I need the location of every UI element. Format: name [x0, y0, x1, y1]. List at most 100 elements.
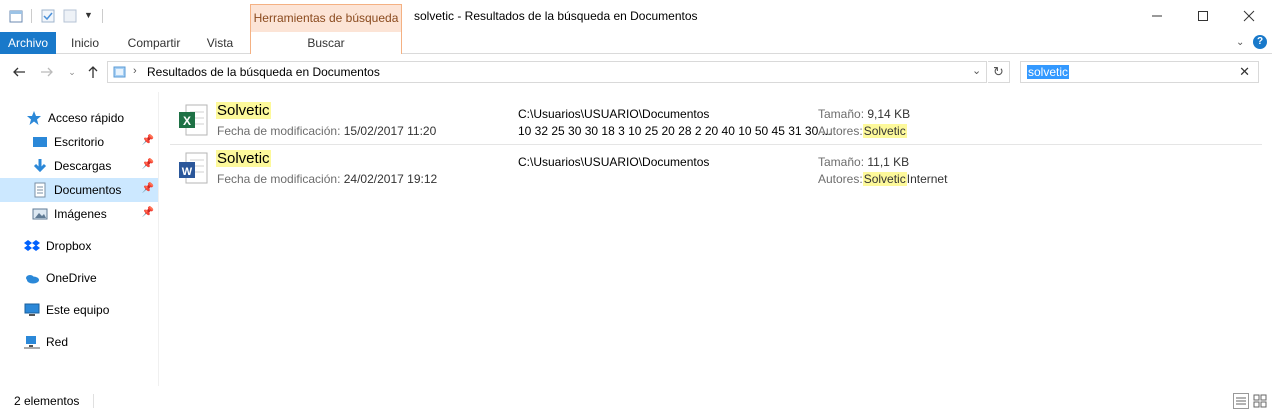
status-bar: 2 elementos [0, 390, 1272, 412]
window-title: solvetic - Resultados de la búsqueda en … [414, 9, 698, 23]
close-icon [1243, 10, 1255, 22]
authors-highlight: Solvetic [862, 124, 907, 138]
details-view-icon[interactable] [1233, 393, 1249, 409]
svg-text:X: X [183, 114, 191, 128]
nav-item-label: Imágenes [54, 207, 107, 221]
nav-item-documentos[interactable]: Documentos 📌 [0, 178, 158, 202]
excel-file-icon: X [178, 104, 208, 139]
pin-icon[interactable]: 📌 [142, 207, 154, 218]
word-file-icon: W [178, 152, 208, 187]
search-input[interactable]: solvetic ✕ [1020, 61, 1259, 83]
size-label: Tamaño: [818, 107, 865, 121]
new-folder-icon[interactable] [62, 8, 78, 24]
qat-separator [31, 9, 32, 23]
result-name-text: Solvetic [216, 102, 271, 119]
result-preview: 10 32 25 30 30 18 3 10 25 20 28 2 20 40 … [518, 124, 832, 138]
result-folder: C:\Usuarios\USUARIO\Documentos [518, 155, 710, 169]
folder-icon [8, 8, 24, 24]
pin-icon[interactable]: 📌 [142, 183, 154, 194]
breadcrumb-path[interactable]: Resultados de la búsqueda en Documentos [147, 65, 380, 79]
ribbon-expand-icon[interactable]: ⌄ [1236, 37, 1244, 48]
download-icon [32, 158, 48, 174]
search-result-row[interactable]: X Solvetic Fecha de modificación: 15/02/… [170, 98, 1262, 145]
search-tools-context-tab: Herramientas de búsqueda [250, 4, 402, 32]
maximize-icon [1198, 11, 1208, 21]
result-name-text: Solvetic [216, 150, 271, 167]
forward-button[interactable] [37, 62, 57, 82]
result-authors: Autores:Solvetic [818, 124, 907, 138]
tab-inicio[interactable]: Inicio [62, 32, 108, 54]
nav-item-label: Documentos [54, 183, 122, 197]
pin-icon[interactable]: 📌 [142, 135, 154, 146]
refresh-icon: ↻ [993, 64, 1004, 79]
result-size: Tamaño: 9,14 KB [818, 107, 910, 121]
back-button[interactable] [9, 62, 29, 82]
minimize-icon [1152, 15, 1162, 17]
nav-item-onedrive[interactable]: OneDrive [0, 266, 158, 290]
forward-arrow-icon [41, 67, 53, 77]
documents-icon [32, 182, 48, 198]
star-icon [26, 110, 42, 126]
help-icon[interactable]: ? [1253, 35, 1267, 49]
nav-item-escritorio[interactable]: Escritorio 📌 [0, 130, 158, 154]
size-value: 9,14 KB [867, 107, 911, 121]
up-button[interactable] [83, 62, 103, 82]
nav-item-red[interactable]: Red [0, 330, 158, 354]
large-icons-view-icon[interactable] [1252, 393, 1268, 409]
result-modified: Fecha de modificación: 15/02/2017 11:20 [217, 124, 436, 138]
modified-value: 15/02/2017 11:20 [343, 124, 437, 138]
nav-item-imagenes[interactable]: Imágenes 📌 [0, 202, 158, 226]
onedrive-icon [24, 270, 40, 286]
search-result-row[interactable]: W Solvetic Fecha de modificación: 24/02/… [170, 146, 1262, 192]
address-bar[interactable]: › Resultados de la búsqueda en Documento… [107, 61, 987, 83]
svg-text:W: W [182, 166, 193, 178]
recent-locations-icon[interactable]: ⌄ [62, 62, 82, 82]
address-dropdown-icon[interactable]: ⌄ [972, 64, 981, 77]
authors-rest: Internet [906, 172, 948, 186]
tab-buscar[interactable]: Buscar [250, 32, 402, 55]
tab-compartir[interactable]: Compartir [118, 32, 190, 54]
authors-label: Autores: [818, 172, 863, 186]
pane-divider[interactable] [158, 92, 159, 386]
nav-item-label: Este equipo [46, 303, 110, 317]
modified-label: Fecha de modificación: [217, 172, 341, 186]
nav-item-label: Acceso rápido [48, 111, 125, 125]
qat-separator [102, 9, 103, 23]
modified-value: 24/02/2017 19:12 [343, 172, 438, 186]
nav-item-dropbox[interactable]: Dropbox [0, 234, 158, 258]
result-authors: Autores:SolveticInternet [818, 172, 947, 186]
computer-icon [24, 302, 40, 318]
maximize-button[interactable] [1180, 0, 1226, 32]
authors-highlight: Solvetic [862, 172, 907, 186]
refresh-button[interactable]: ↻ [988, 61, 1010, 83]
network-icon [24, 334, 40, 350]
pin-icon[interactable]: 📌 [142, 159, 154, 170]
nav-item-label: Dropbox [46, 239, 92, 253]
result-modified: Fecha de modificación: 24/02/2017 19:12 [217, 172, 437, 186]
breadcrumb-chevron-icon[interactable]: › [133, 65, 137, 77]
clear-search-icon[interactable]: ✕ [1239, 64, 1250, 80]
qat-dropdown-icon[interactable]: ▼ [84, 10, 93, 20]
result-size: Tamaño: 11,1 KB [818, 155, 909, 169]
result-folder: C:\Usuarios\USUARIO\Documentos [518, 107, 710, 121]
authors-label: Autores: [818, 124, 863, 138]
search-folder-icon [112, 64, 128, 83]
result-name[interactable]: Solvetic [216, 150, 271, 167]
nav-item-label: Escritorio [54, 135, 105, 149]
modified-label: Fecha de modificación: [217, 124, 341, 138]
properties-icon[interactable] [40, 8, 56, 24]
nav-item-acceso-rapido[interactable]: Acceso rápido [0, 106, 158, 130]
tab-archivo[interactable]: Archivo [0, 32, 56, 54]
dropbox-icon [24, 238, 40, 254]
minimize-button[interactable] [1134, 0, 1180, 32]
nav-item-label: Red [46, 335, 69, 349]
close-button[interactable] [1226, 0, 1272, 32]
desktop-icon [32, 134, 48, 150]
result-name[interactable]: Solvetic [216, 102, 271, 119]
status-divider [93, 394, 94, 408]
tab-vista[interactable]: Vista [196, 32, 244, 54]
pictures-icon [32, 206, 48, 222]
nav-item-este-equipo[interactable]: Este equipo [0, 298, 158, 322]
up-arrow-icon [88, 66, 98, 78]
nav-item-descargas[interactable]: Descargas 📌 [0, 154, 158, 178]
